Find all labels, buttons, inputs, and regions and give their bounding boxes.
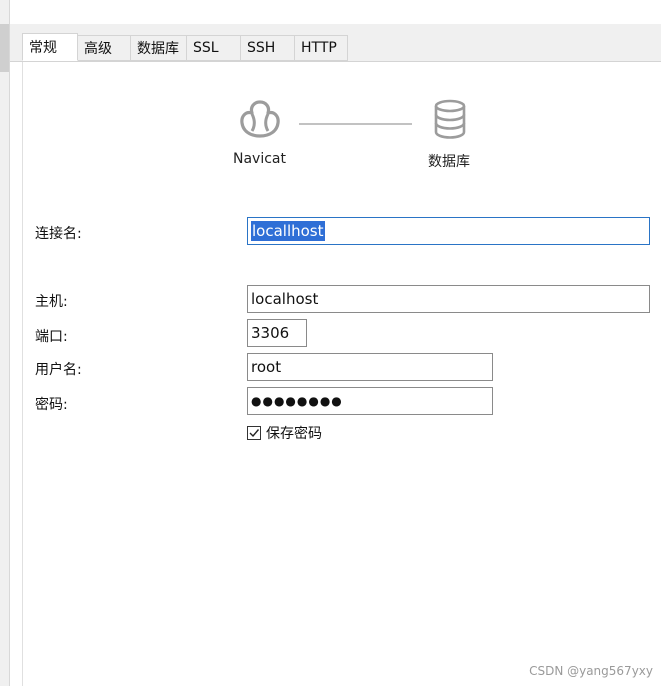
- host-input[interactable]: localhost: [247, 285, 650, 313]
- password-value: ●●●●●●●●: [251, 394, 343, 408]
- connection-name-input[interactable]: locallhost: [247, 217, 650, 245]
- username-value: root: [251, 358, 282, 376]
- tab-ssh[interactable]: SSH: [241, 35, 295, 61]
- tab-database[interactable]: 数据库: [131, 35, 187, 61]
- port-label: 端口:: [35, 329, 68, 345]
- tab-list: 常规 高级 数据库 SSL SSH HTTP: [22, 33, 348, 61]
- host-label: 主机:: [35, 294, 68, 310]
- left-panel-edge: [0, 0, 10, 686]
- tab-ssl[interactable]: SSL: [187, 35, 241, 61]
- database-label: 数据库: [428, 154, 470, 170]
- watermark: CSDN @yang567yxy: [529, 664, 653, 678]
- dialog-top-area: [10, 0, 661, 24]
- checkmark-icon: [249, 429, 260, 438]
- port-value: 3306: [251, 324, 290, 342]
- connection-line: [299, 123, 412, 125]
- username-input[interactable]: root: [247, 353, 493, 381]
- username-label: 用户名:: [35, 362, 82, 378]
- tab-general[interactable]: 常规: [22, 33, 78, 61]
- connection-name-label: 连接名:: [35, 226, 82, 242]
- tab-advanced[interactable]: 高级: [78, 35, 131, 61]
- save-password-checkbox[interactable]: [247, 426, 261, 440]
- host-value: localhost: [251, 290, 319, 308]
- save-password-label: 保存密码: [266, 426, 322, 442]
- navicat-logo-icon: [240, 100, 280, 138]
- tab-bar: 常规 高级 数据库 SSL SSH HTTP: [10, 24, 661, 62]
- database-icon: [434, 99, 466, 139]
- password-input[interactable]: ●●●●●●●●: [247, 387, 493, 415]
- connection-name-value: locallhost: [251, 221, 325, 241]
- port-input[interactable]: 3306: [247, 319, 307, 347]
- left-panel-scroll-thumb[interactable]: [0, 24, 9, 72]
- navicat-label: Navicat: [233, 151, 286, 167]
- save-password-row[interactable]: 保存密码: [247, 423, 322, 443]
- password-label: 密码:: [35, 397, 68, 413]
- tab-http[interactable]: HTTP: [295, 35, 348, 61]
